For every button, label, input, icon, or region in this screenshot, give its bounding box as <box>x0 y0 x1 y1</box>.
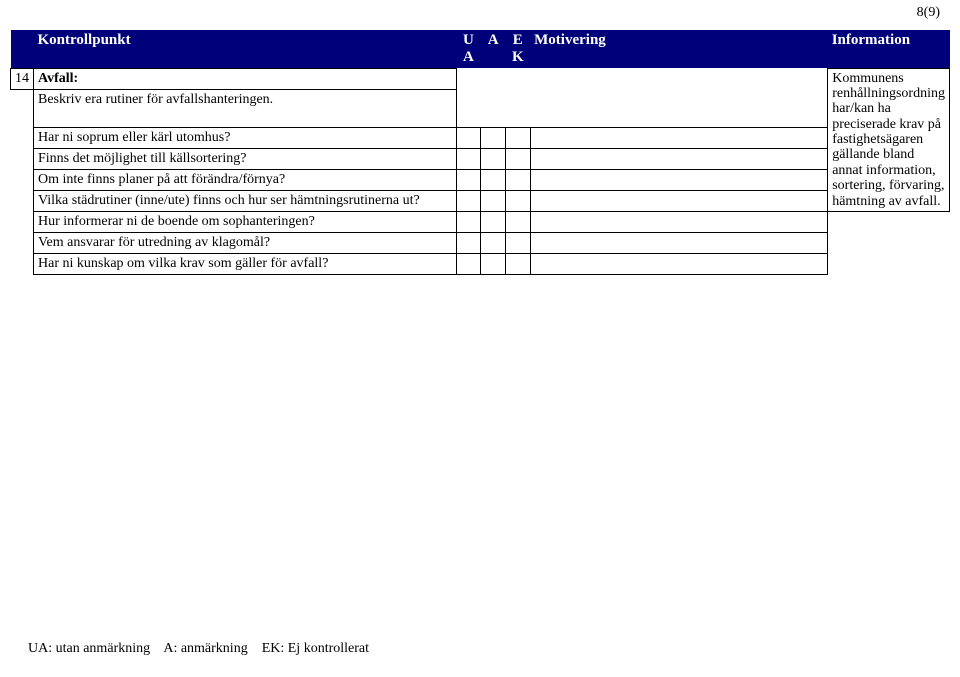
hdr-a: A <box>481 30 506 68</box>
table-row-empty <box>11 275 950 315</box>
hdr-information: Information <box>828 30 950 68</box>
legend-a: A: anmärkning <box>163 641 247 656</box>
hdr-ua-top: U <box>463 32 474 48</box>
hdr-kontrollpunkt: Kontrollpunkt <box>34 30 457 68</box>
question-text: Vem ansvarar för utredning av klagomål? <box>34 233 457 254</box>
hdr-ua-sub: A <box>463 49 474 65</box>
question-text: Hur informerar ni de boende om sophanter… <box>34 212 457 233</box>
hdr-ek-sub: K <box>512 49 524 65</box>
hdr-a-top: A <box>488 32 499 48</box>
legend-ua: UA: utan anmärkning <box>28 641 150 656</box>
question-text: Om inte finns planer på att förändra/för… <box>34 170 457 191</box>
inspection-table: Kontrollpunkt U A A E K Motivering Infor… <box>10 30 950 315</box>
question-text: Har ni soprum eller kärl utomhus? <box>34 128 457 149</box>
table-row: Vilka städrutiner (inne/ute) finns och h… <box>11 191 950 212</box>
question-text: Har ni kunskap om vilka krav som gäller … <box>34 254 457 275</box>
section-row: 14 Avfall: Kommunens renhållningsordning… <box>11 68 950 89</box>
legend-ek: EK: Ej kontrollerat <box>262 641 369 656</box>
section-title: Avfall: <box>34 68 457 89</box>
question-text: Finns det möjlighet till källsortering? <box>34 149 457 170</box>
footer-legend: UA: utan anmärkning A: anmärkning EK: Ej… <box>28 641 369 657</box>
table-row: Om inte finns planer på att förändra/för… <box>11 170 950 191</box>
table-row: Finns det möjlighet till källsortering? <box>11 149 950 170</box>
info-text: Kommunens renhållningsordning har/kan ha… <box>828 68 950 212</box>
question-text: Vilka städrutiner (inne/ute) finns och h… <box>34 191 457 212</box>
hdr-ek-top: E <box>513 32 523 48</box>
header-row: Kontrollpunkt U A A E K Motivering Infor… <box>11 30 950 68</box>
hdr-ek: E K <box>505 30 530 68</box>
page-number: 8(9) <box>917 5 940 21</box>
table-row: Har ni kunskap om vilka krav som gäller … <box>11 254 950 275</box>
table-row: Har ni soprum eller kärl utomhus? <box>11 128 950 149</box>
hdr-ua: U A <box>456 30 481 68</box>
table-row: Vem ansvarar för utredning av klagomål? <box>11 233 950 254</box>
question-text: Beskriv era rutiner för avfallshantering… <box>34 89 457 128</box>
hdr-motivering: Motivering <box>530 30 828 68</box>
section-num: 14 <box>11 68 34 89</box>
table-row: Hur informerar ni de boende om sophanter… <box>11 212 950 233</box>
